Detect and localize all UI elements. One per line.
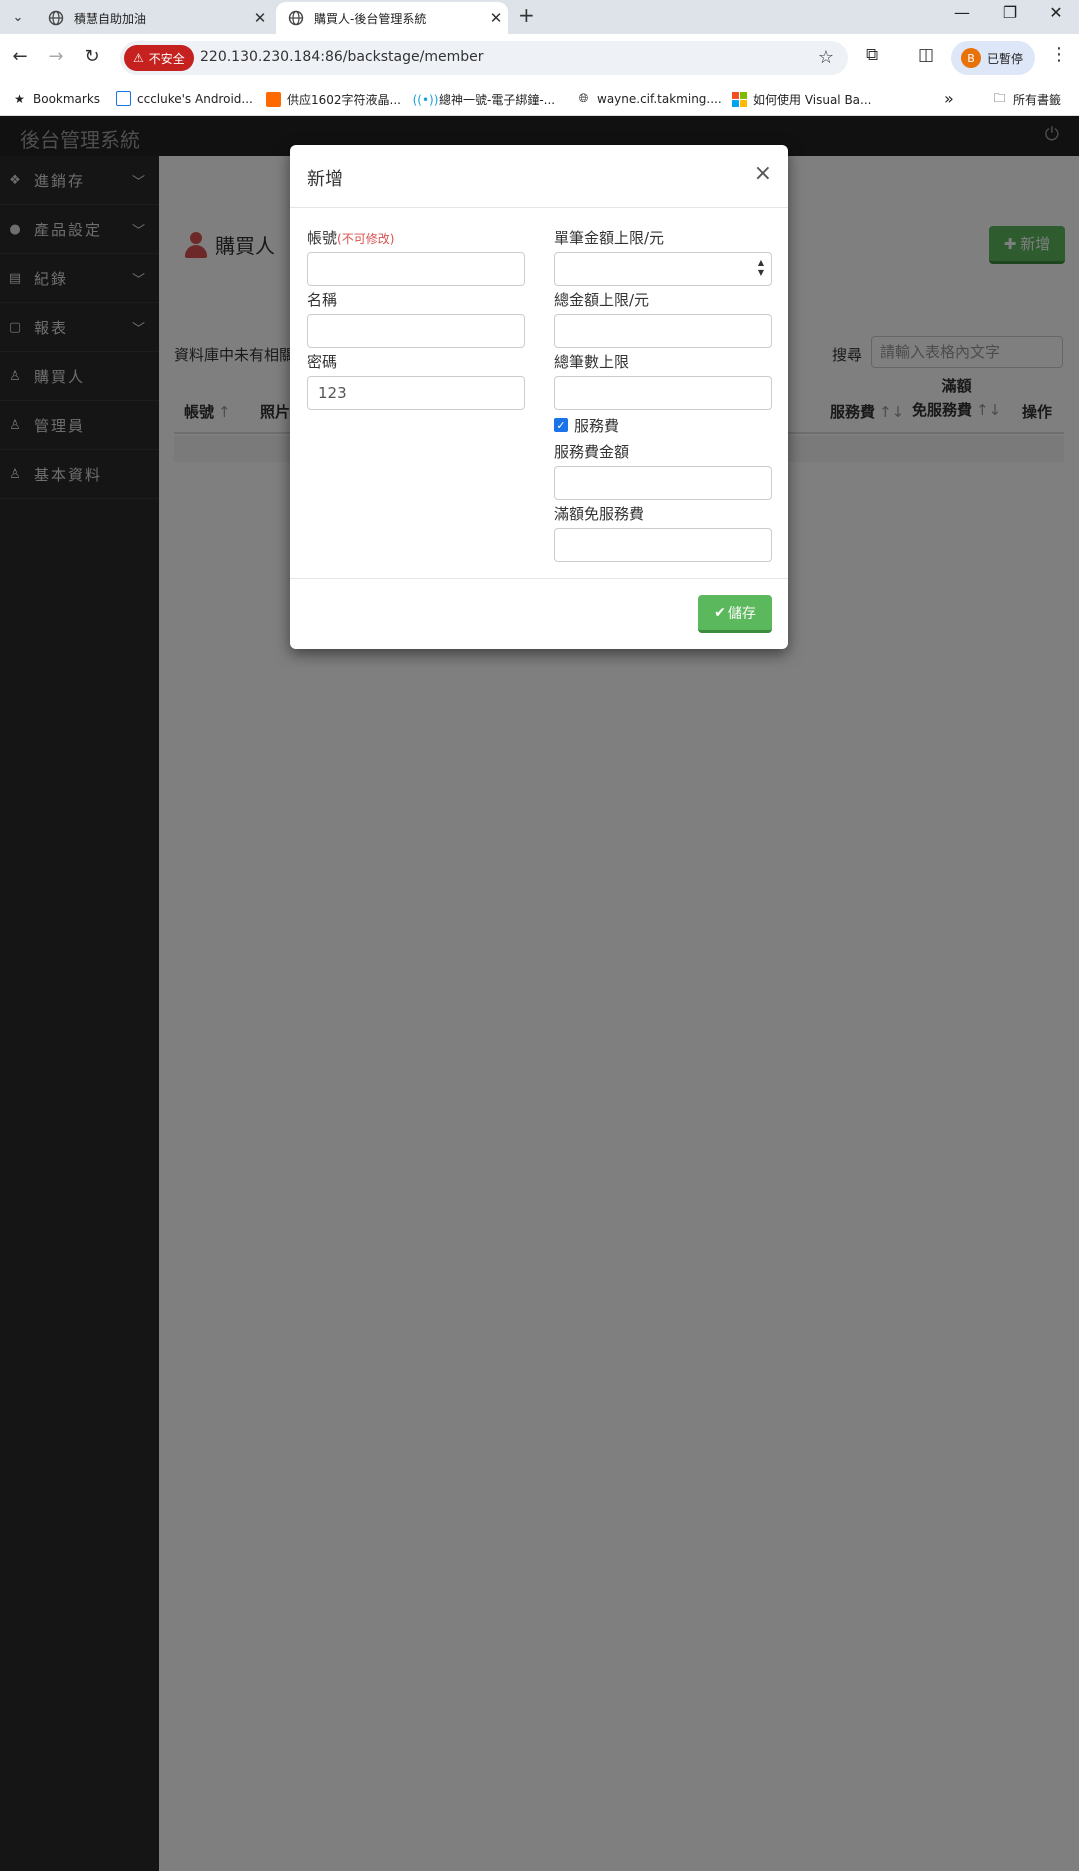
close-tab-icon[interactable]: ✕ [484,9,508,27]
bookmark-item[interactable]: 供应1602字符液晶... [266,91,401,108]
free-threshold-input[interactable] [554,528,772,562]
all-bookmarks-folder[interactable]: 🗀 所有書籤 [992,91,1061,108]
spin-up-icon[interactable]: ▲ [758,258,764,267]
account-label: 帳號(不可修改) [307,229,395,247]
close-icon[interactable]: × [754,161,772,186]
single-limit-field: ▲ ▼ [554,252,772,286]
chevron-down-icon: ⌄ [12,9,24,25]
reload-icon[interactable]: ↻ [80,46,104,67]
address-bar[interactable]: ⚠ 不安全 220.130.230.184:86/backstage/membe… [120,41,848,75]
name-input[interactable] [307,314,525,348]
check-icon: ✓ [556,418,566,432]
service-fee-amount-input[interactable] [554,466,772,500]
tab-title: 積慧自助加油 [74,11,147,26]
more-menu-icon[interactable]: ⋮ [1050,44,1068,65]
count-limit-input[interactable] [554,376,772,410]
page-icon [116,91,131,106]
browser-toolbar: ← → ↻ ⚠ 不安全 220.130.230.184:86/backstage… [0,34,1079,82]
count-limit-label: 總筆數上限 [554,353,630,371]
service-fee-amount-label: 服務費金額 [554,443,630,461]
bookmarks-bar: ★ Bookmarks cccluke's Android... 供应1602字符… [0,82,1079,116]
tab-strip: ⌄ 積慧自助加油 ✕ 購買人-後台管理系統 ✕ + — ❐ ✕ [0,0,1079,34]
globe-icon [48,10,64,26]
warning-icon: ⚠ [133,51,144,65]
star-icon: ★ [14,91,25,106]
side-panel-icon[interactable]: ◫ [918,45,934,65]
bookmark-item[interactable]: 🌐︎ wayne.cif.takming.... [576,91,722,106]
more-bookmarks-icon[interactable]: » [944,89,954,108]
number-spinner[interactable]: ▲ ▼ [756,258,766,278]
modal-title: 新增 [307,169,343,190]
total-limit-input[interactable] [554,314,772,348]
name-label: 名稱 [307,291,338,309]
tab-title: 購買人-後台管理系統 [314,11,427,26]
modal-footer: ✔ 儲存 [290,578,788,649]
profile-label: 已暫停 [987,51,1024,66]
service-fee-checkbox-label[interactable]: 服務費 [574,415,619,436]
modal-header: 新增 × [290,145,788,208]
profile-button[interactable]: B 已暫停 [951,41,1035,75]
restore-icon[interactable]: ❐ [990,3,1030,22]
bookmark-item[interactable]: ★ Bookmarks [12,91,100,106]
folder-icon: 🗀 [993,91,1006,105]
broadcast-icon: ((•)) [412,92,439,107]
globe-icon: 🌐︎ [578,91,589,105]
url-text[interactable]: 220.130.230.184:86/backstage/member [200,49,483,65]
bookmark-star-icon[interactable]: ☆ [818,47,834,68]
bookmark-item[interactable]: 如何使用 Visual Ba... [732,91,871,108]
site-icon [266,92,281,107]
password-input[interactable] [307,376,525,410]
security-chip[interactable]: ⚠ 不安全 [124,45,194,71]
new-tab-icon[interactable]: + [518,3,535,27]
check-icon: ✔ [714,604,726,621]
tab-search-button[interactable]: ⌄ [6,5,30,29]
forward-icon[interactable]: → [44,46,68,67]
account-note: (不可修改) [337,232,395,246]
close-tab-icon[interactable]: ✕ [248,9,272,27]
save-button[interactable]: ✔ 儲存 [698,595,772,633]
browser-tab-1[interactable]: 積慧自助加油 ✕ [36,2,272,34]
password-label: 密碼 [307,353,338,371]
minimize-icon[interactable]: — [942,3,982,22]
avatar: B [961,48,981,68]
free-threshold-label: 滿額免服務費 [554,505,645,523]
close-window-icon[interactable]: ✕ [1036,3,1076,22]
bookmark-item[interactable]: ((•)) 總神一號-電子綁鐘-... [412,91,556,108]
total-limit-label: 總金額上限/元 [554,291,650,309]
bookmark-item[interactable]: cccluke's Android... [116,91,253,106]
service-fee-checkbox[interactable]: ✓ [554,418,568,432]
account-input[interactable] [307,252,525,286]
globe-icon [288,10,304,26]
microsoft-icon [732,92,747,107]
add-buyer-modal: 新增 × 帳號(不可修改) 名稱 密碼 單筆金額上限/元 ▲▼ 總金額上限/元 … [290,145,788,649]
single-limit-label: 單筆金額上限/元 [554,229,665,247]
spin-down-icon[interactable]: ▼ [758,268,764,277]
extensions-icon[interactable]: ⧉ [866,45,878,65]
browser-tab-2[interactable]: 購買人-後台管理系統 ✕ [276,2,508,34]
single-limit-input[interactable] [554,252,772,286]
back-icon[interactable]: ← [8,46,32,67]
